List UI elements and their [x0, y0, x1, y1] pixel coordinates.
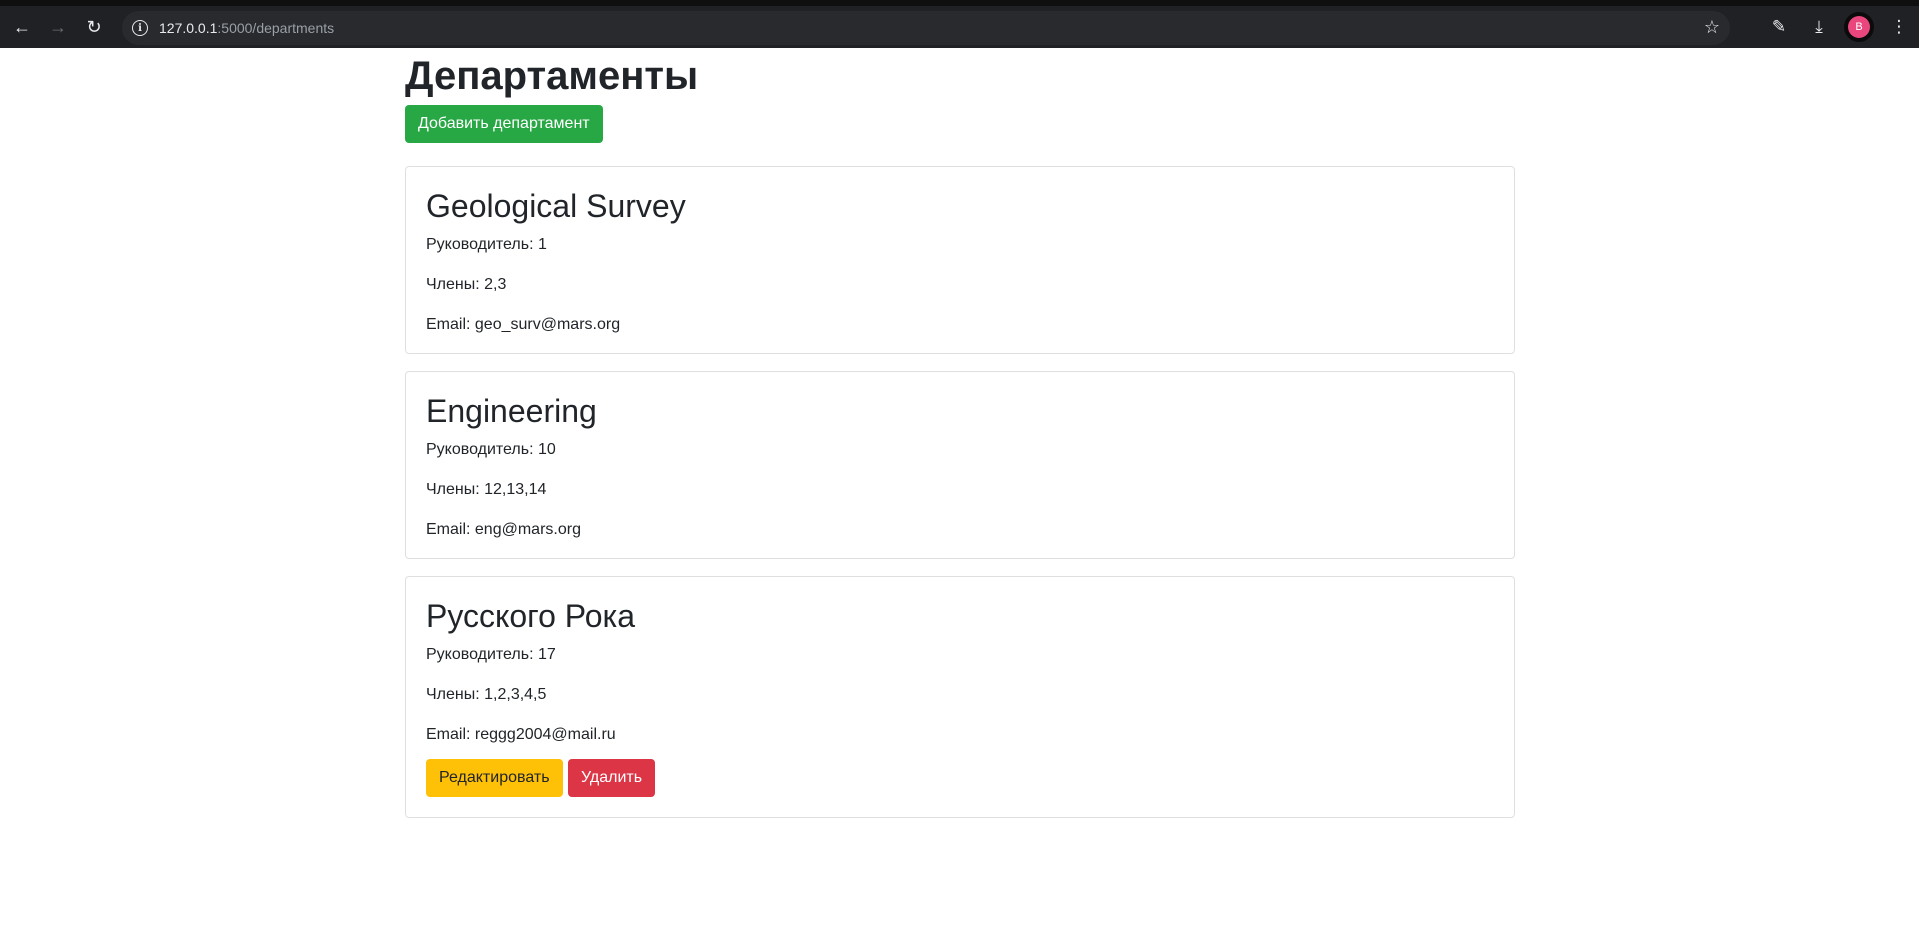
department-card: Русского Рока Руководитель: 17 Члены: 1,…	[405, 576, 1515, 818]
department-members: Члены: 1,2,3,4,5	[426, 686, 547, 703]
site-info-icon[interactable]: i	[132, 20, 148, 36]
department-card: Engineering Руководитель: 10 Члены: 12,1…	[405, 371, 1515, 559]
department-members: Члены: 12,13,14	[426, 481, 547, 498]
department-card: Geological Survey Руководитель: 1 Члены:…	[405, 166, 1515, 354]
extensions-icon[interactable]: ✎	[1759, 17, 1799, 37]
avatar: B	[1848, 16, 1870, 38]
delete-button[interactable]: Удалить	[567, 759, 656, 797]
department-leader: Руководитель: 1	[426, 236, 547, 253]
department-name: Engineering	[426, 393, 597, 429]
address-bar[interactable]: i 127.0.0.1:5000/departments ☆	[122, 11, 1730, 45]
menu-kebab-icon[interactable]: ⋮	[1879, 17, 1919, 37]
department-name: Geological Survey	[426, 188, 686, 224]
department-members: Члены: 2,3	[426, 276, 507, 293]
add-department-button[interactable]: Добавить департамент	[405, 105, 603, 143]
department-email: Email: reggg2004@mail.ru	[426, 726, 616, 743]
download-icon[interactable]: ⤓	[1799, 17, 1839, 37]
back-arrow-icon[interactable]: ←	[4, 9, 40, 45]
department-name: Русского Рока	[426, 598, 636, 634]
profile-avatar-button[interactable]: B	[1839, 16, 1879, 38]
card-actions: Редактировать Удалить	[426, 759, 1494, 817]
browser-toolbar: ← → ↻ i 127.0.0.1:5000/departments ☆ ✎ ⤓…	[0, 0, 1919, 48]
department-email: Email: geo_surv@mars.org	[426, 316, 621, 333]
url-text[interactable]: 127.0.0.1:5000/departments	[159, 20, 334, 36]
page-content: Департаменты Добавить департамент Geolog…	[405, 48, 1515, 835]
department-leader: Руководитель: 17	[426, 646, 556, 663]
bookmark-star-icon[interactable]: ☆	[1704, 17, 1720, 38]
page-title: Департаменты	[405, 54, 699, 98]
edit-button[interactable]: Редактировать	[426, 759, 563, 797]
department-leader: Руководитель: 10	[426, 441, 556, 458]
forward-arrow-icon[interactable]: →	[40, 9, 76, 45]
department-email: Email: eng@mars.org	[426, 521, 581, 538]
reload-icon[interactable]: ↻	[76, 9, 112, 45]
